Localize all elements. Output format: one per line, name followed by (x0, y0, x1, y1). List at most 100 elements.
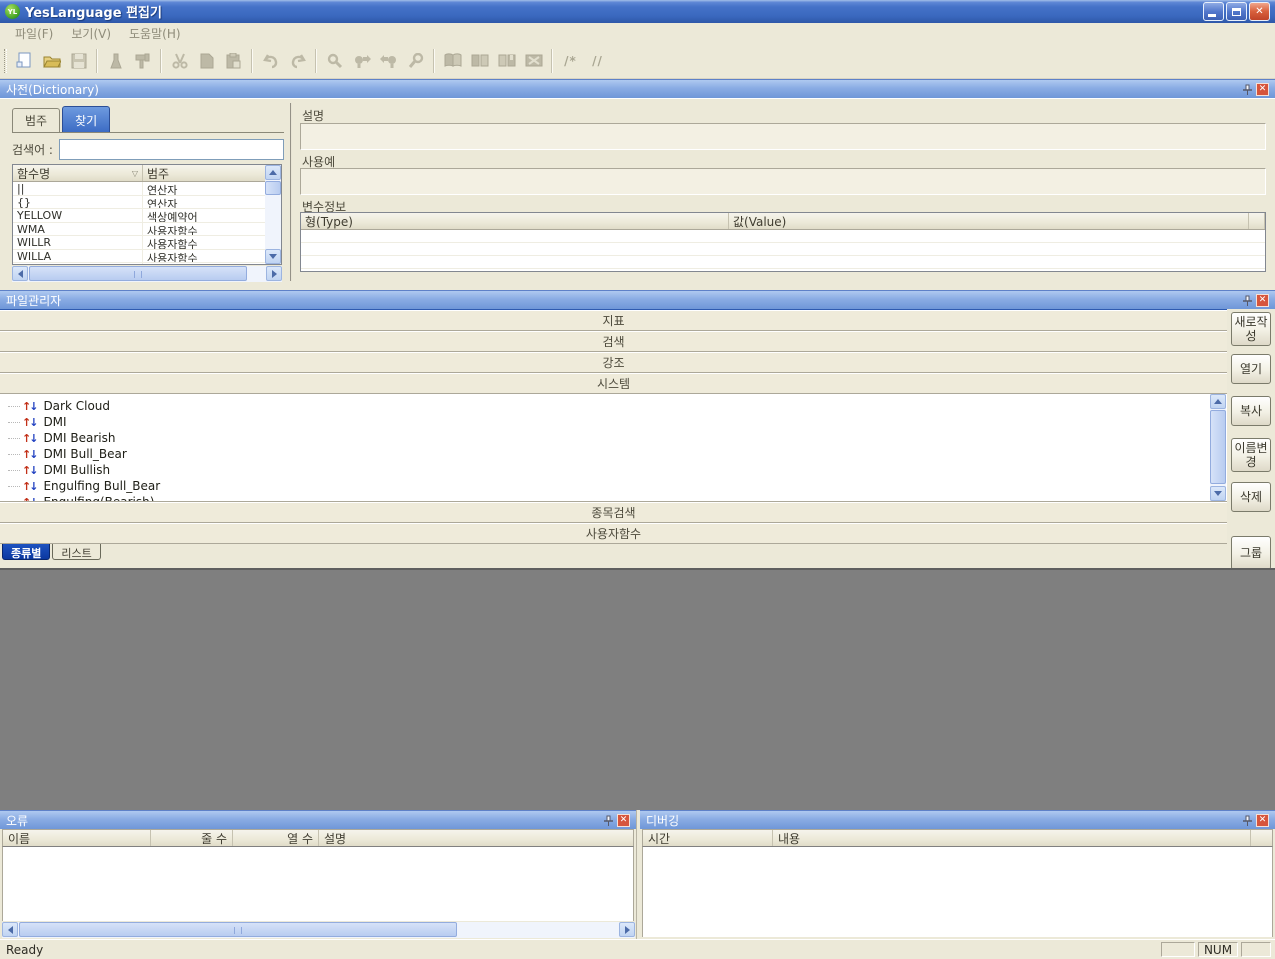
function-list-vscrollbar[interactable] (265, 165, 281, 264)
find-button[interactable] (321, 47, 348, 74)
function-list-row[interactable]: WILLA 사용자함수 (13, 250, 265, 264)
column-header-time[interactable]: 시간 (643, 830, 773, 846)
open-script-button[interactable]: 열기 (1231, 354, 1271, 384)
tree-item-label[interactable]: DMI (43, 415, 66, 429)
tree-item[interactable]: ↑↓ DMI Bearish (0, 430, 1210, 446)
panel-close-icon[interactable]: ✕ (1256, 814, 1269, 827)
column-header-value[interactable]: 값(Value) (729, 213, 1249, 229)
function-list-row[interactable]: YELLOW 색상예약어 (13, 209, 265, 223)
section-user-functions[interactable]: 사용자함수 (0, 523, 1227, 544)
function-list-row[interactable]: WILLR 사용자함수 (13, 236, 265, 250)
menu-help[interactable]: 도움말(H) (120, 23, 190, 44)
tree-vscrollbar[interactable] (1210, 394, 1226, 501)
section-indicator[interactable]: 지표 (0, 310, 1227, 331)
function-category-cell[interactable]: 색상예약어 (143, 263, 265, 264)
scroll-down-button[interactable] (1210, 486, 1226, 501)
tree-item-label[interactable]: Engulfing Bull_Bear (43, 479, 160, 493)
tree-item-label[interactable]: DMI Bullish (43, 463, 110, 477)
new-script-button[interactable]: 새로작성 (1231, 312, 1271, 346)
function-list-row[interactable]: WMA 사용자함수 (13, 223, 265, 237)
line-comment-button[interactable]: // (584, 47, 611, 74)
function-category-cell[interactable]: 색상예약어 (143, 209, 265, 222)
undo-button[interactable] (257, 47, 284, 74)
tree-item[interactable]: ↑↓ Engulfing(Bearish) (0, 494, 1210, 501)
debug-panel-titlebar[interactable]: 디버깅 ✕ (640, 810, 1275, 829)
section-stock-search[interactable]: 종목검색 (0, 502, 1227, 523)
column-header-type[interactable]: 형(Type) (301, 213, 729, 229)
column-header-category[interactable]: 범주 (143, 165, 281, 181)
section-system[interactable]: 시스템 (0, 373, 1227, 394)
save-button[interactable] (65, 47, 92, 74)
tree-item[interactable]: ↑↓ Engulfing Bull_Bear (0, 478, 1210, 494)
scroll-up-button[interactable] (265, 165, 281, 180)
debug-list[interactable] (642, 847, 1273, 937)
column-header-function-name[interactable]: 함수명 ▽ (13, 165, 143, 181)
tree-item-label[interactable]: DMI Bull_Bear (43, 447, 126, 461)
scroll-up-button[interactable] (1210, 394, 1226, 409)
function-category-cell[interactable]: 사용자함수 (143, 236, 265, 249)
tree-item-label[interactable]: DMI Bearish (43, 431, 115, 445)
find-in-files-button[interactable] (402, 47, 429, 74)
restore-button[interactable] (1226, 2, 1247, 21)
scroll-right-button[interactable] (266, 266, 282, 281)
function-category-cell[interactable]: 사용자함수 (143, 223, 265, 236)
function-category-cell[interactable]: 사용자함수 (143, 250, 265, 263)
close-book-button[interactable] (520, 47, 547, 74)
function-name-cell[interactable]: {} (13, 196, 143, 209)
toolbar-grip[interactable] (4, 49, 7, 73)
copy-script-button[interactable]: 복사 (1231, 396, 1271, 426)
panel-close-icon[interactable]: ✕ (1256, 294, 1269, 307)
section-highlight[interactable]: 강조 (0, 352, 1227, 373)
function-name-cell[interactable]: || (13, 182, 143, 195)
tree-item-label[interactable]: Engulfing(Bearish) (43, 495, 154, 501)
paste-button[interactable] (220, 47, 247, 74)
manual-book-button[interactable] (493, 47, 520, 74)
scrollbar-thumb[interactable] (1210, 410, 1226, 484)
section-search[interactable]: 검색 (0, 331, 1227, 352)
pin-icon[interactable] (602, 814, 614, 826)
scrollbar-thumb[interactable] (19, 922, 457, 937)
function-list-row[interactable]: {} 연산자 (13, 196, 265, 210)
function-name-cell[interactable]: WILLA (13, 250, 143, 263)
system-file-tree[interactable]: ↑↓ Dark Cloud ↑↓ DMI ↑↓ DM (0, 394, 1227, 502)
errors-hscrollbar[interactable] (2, 922, 635, 938)
function-category-cell[interactable]: 연산자 (143, 196, 265, 209)
column-header-content[interactable]: 내용 (773, 830, 1251, 846)
minimize-button[interactable] (1203, 2, 1224, 21)
function-name-cell[interactable]: WHITE (13, 263, 143, 264)
copy-button[interactable] (193, 47, 220, 74)
function-category-cell[interactable]: 연산자 (143, 182, 265, 195)
scroll-left-button[interactable] (2, 922, 18, 937)
build-button[interactable] (129, 47, 156, 74)
function-list-row[interactable]: WHITE 색상예약어 (13, 263, 265, 264)
find-next-button[interactable] (348, 47, 375, 74)
column-header-col[interactable]: 열 수 (233, 830, 319, 846)
window-titlebar[interactable]: YL YesLanguage 편집기 ✕ (0, 0, 1275, 23)
function-list-row[interactable]: || 연산자 (13, 182, 265, 196)
tree-item[interactable]: ↑↓ DMI Bull_Bear (0, 446, 1210, 462)
scroll-left-button[interactable] (12, 266, 28, 281)
open-file-button[interactable] (38, 47, 65, 74)
group-button[interactable]: 그룹 (1231, 536, 1271, 568)
tab-by-type[interactable]: 종류별 (2, 544, 50, 560)
scroll-down-button[interactable] (265, 249, 281, 264)
errors-list[interactable] (2, 847, 634, 921)
menu-view[interactable]: 보기(V) (62, 23, 120, 44)
column-header-desc[interactable]: 설명 (319, 830, 633, 846)
pin-icon[interactable] (1241, 83, 1253, 95)
panel-close-icon[interactable]: ✕ (1256, 83, 1269, 96)
scroll-right-button[interactable] (619, 922, 635, 937)
redo-button[interactable] (284, 47, 311, 74)
errors-panel-titlebar[interactable]: 오류 ✕ (0, 810, 636, 829)
rename-script-button[interactable]: 이름변경 (1231, 438, 1271, 472)
delete-script-button[interactable]: 삭제 (1231, 482, 1271, 512)
tree-item[interactable]: ↑↓ Dark Cloud (0, 398, 1210, 414)
search-input[interactable] (59, 139, 284, 160)
pin-icon[interactable] (1241, 294, 1253, 306)
panel-close-icon[interactable]: ✕ (617, 814, 630, 827)
function-name-cell[interactable]: YELLOW (13, 209, 143, 222)
function-reference-button[interactable] (466, 47, 493, 74)
scrollbar-thumb[interactable] (29, 266, 247, 281)
column-header-name[interactable]: 이름 (3, 830, 151, 846)
new-file-button[interactable] (11, 47, 38, 74)
